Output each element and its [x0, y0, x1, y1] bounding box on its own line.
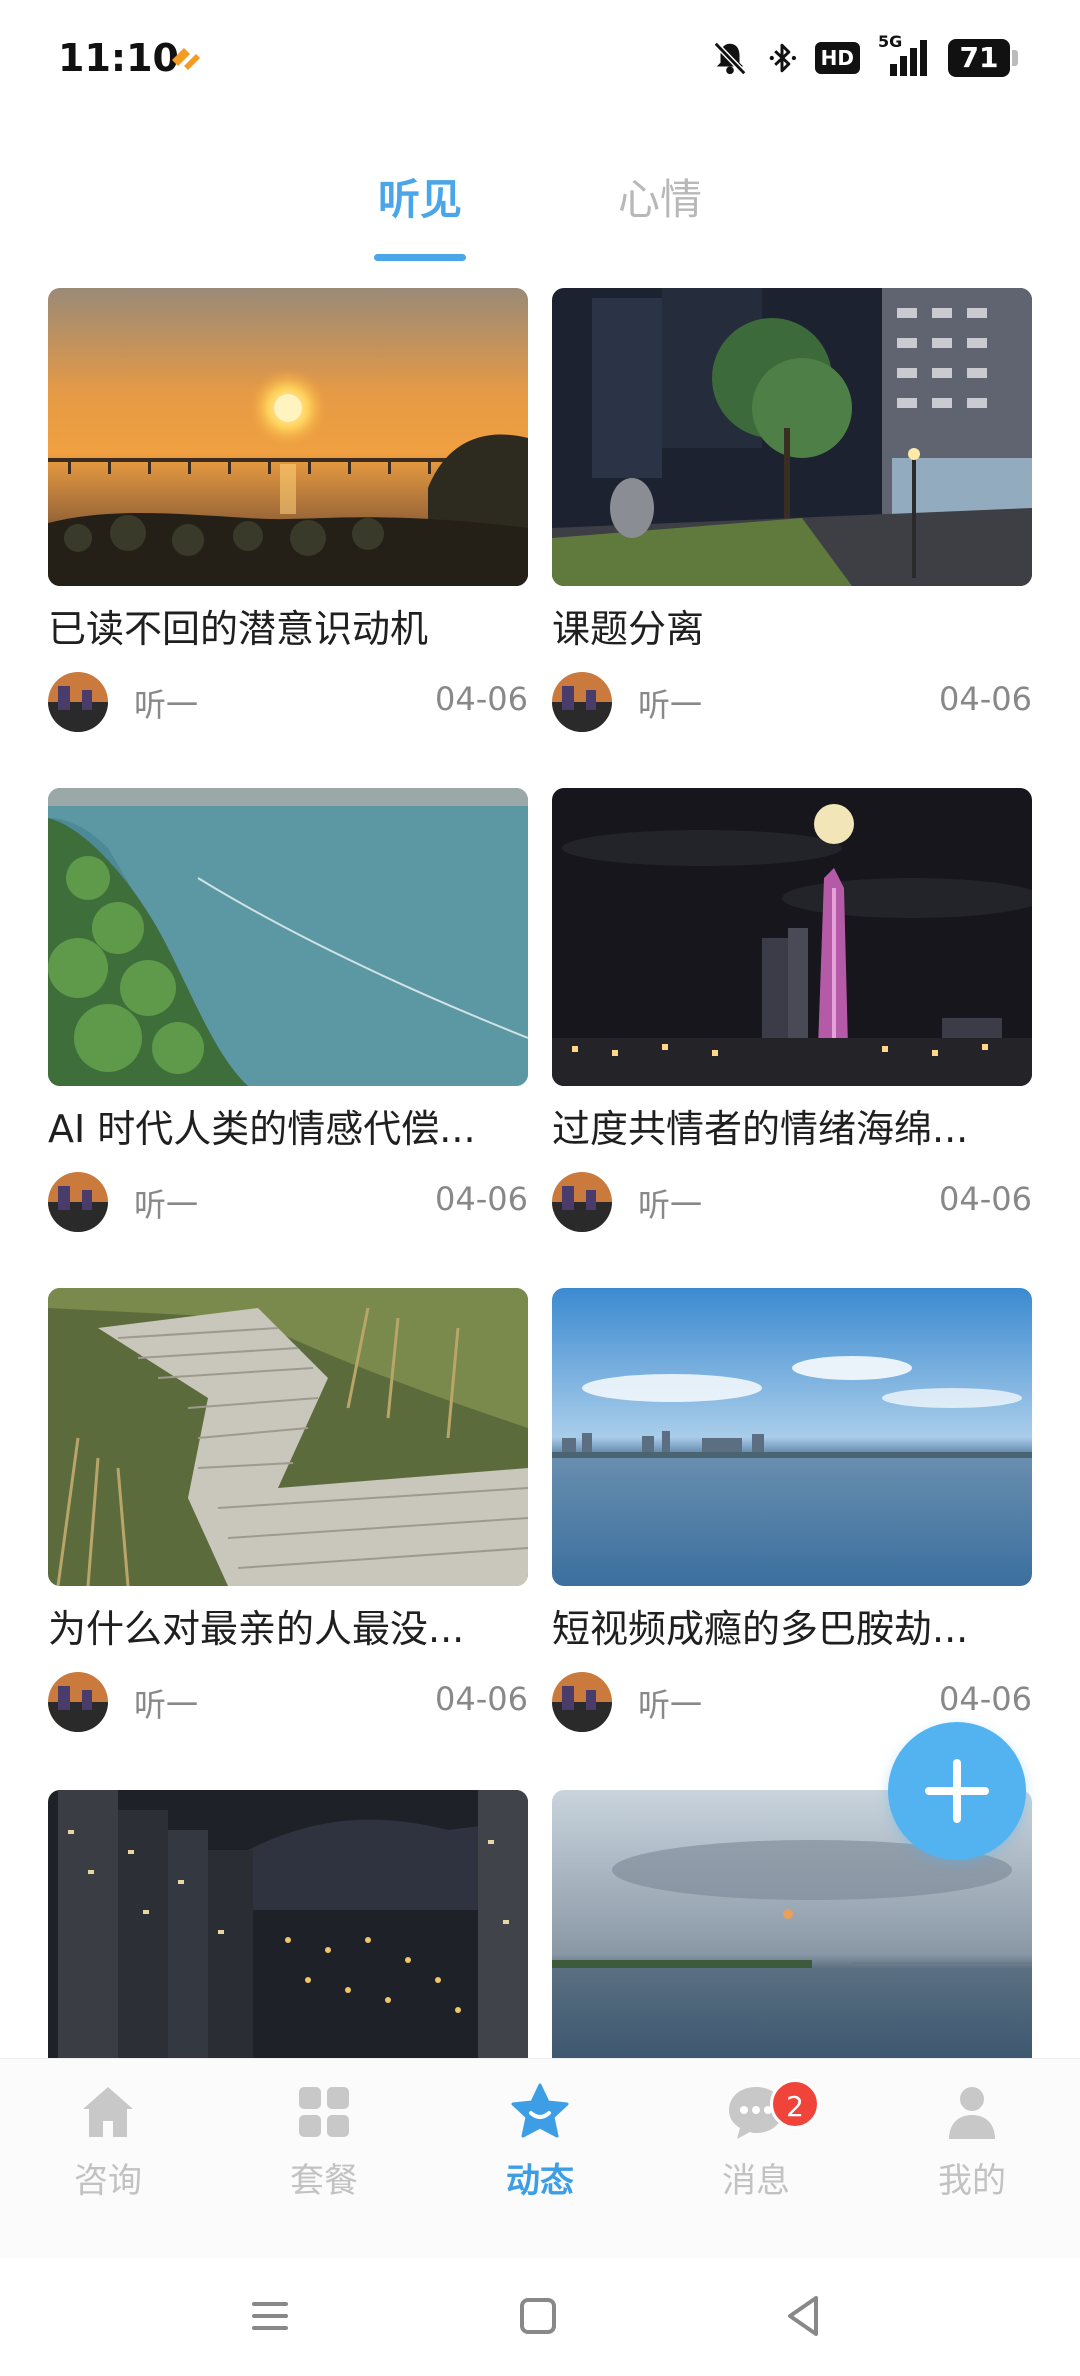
post-date: 04-06	[939, 1680, 1032, 1718]
battery-icon: 71	[948, 39, 1018, 77]
bottom-nav: 咨询 套餐 动态 2 消息 我的	[0, 2058, 1080, 2258]
avatar[interactable]	[48, 1172, 108, 1232]
post-date: 04-06	[435, 1680, 528, 1718]
hd-icon: HD	[814, 38, 860, 78]
network-type: 5G	[878, 32, 903, 51]
post-meta: 听一 04-06	[48, 1172, 528, 1232]
person-icon	[949, 2087, 995, 2139]
post-card[interactable]	[48, 1790, 528, 2058]
post-meta: 听一 04-06	[552, 1172, 1032, 1232]
nav-label: 套餐	[290, 2161, 358, 2201]
author-name: 听一	[134, 686, 199, 724]
post-card[interactable]: 课题分离 听一 04-06	[552, 288, 1032, 732]
author-name: 听一	[638, 1686, 703, 1724]
post-title[interactable]: AI 时代人类的情感代偿...	[48, 1104, 528, 1154]
post-card[interactable]: 短视频成瘾的多巴胺劫... 听一 04-06	[552, 1288, 1032, 1732]
post-title[interactable]: 课题分离	[552, 604, 1032, 654]
add-post-button[interactable]	[888, 1722, 1026, 1860]
home-icon	[83, 2087, 133, 2137]
tab-mood[interactable]: 心情	[618, 166, 702, 227]
grid-icon	[299, 2087, 349, 2137]
back-icon[interactable]	[774, 2286, 834, 2346]
nav-profile[interactable]: 我的	[892, 2081, 1052, 2202]
post-image[interactable]	[48, 288, 528, 586]
plus-icon	[925, 1759, 989, 1823]
nav-label: 我的	[938, 2161, 1006, 2201]
post-card[interactable]: AI 时代人类的情感代偿... 听一 04-06	[48, 788, 528, 1232]
status-icons: HD 5G 71	[711, 32, 1018, 80]
menu-icon[interactable]	[240, 2286, 300, 2346]
post-title[interactable]: 过度共情者的情绪海绵...	[552, 1104, 1032, 1154]
nav-label: 消息	[722, 2161, 790, 2201]
avatar[interactable]	[48, 672, 108, 732]
system-nav-bar	[0, 2258, 1080, 2376]
post-card[interactable]: 为什么对最亲的人最没... 听一 04-06	[48, 1288, 528, 1732]
avatar[interactable]	[552, 1672, 612, 1732]
post-date: 04-06	[939, 1180, 1032, 1218]
top-tabs: 听见 心情	[0, 160, 1080, 270]
post-image[interactable]	[552, 1288, 1032, 1586]
bluetooth-icon	[765, 38, 799, 78]
tab-indicator	[374, 254, 466, 261]
star-icon	[511, 2083, 569, 2138]
nav-package[interactable]: 套餐	[244, 2081, 404, 2202]
post-meta: 听一 04-06	[48, 1672, 528, 1732]
post-meta: 听一 04-06	[48, 672, 528, 732]
status-bar: 11:10 HD 5G 71	[0, 0, 1080, 118]
post-image[interactable]	[48, 1288, 528, 1586]
tab-listen[interactable]: 听见	[378, 166, 462, 227]
app-notification-icon	[166, 40, 206, 76]
post-title[interactable]: 短视频成瘾的多巴胺劫...	[552, 1604, 1032, 1654]
post-date: 04-06	[939, 680, 1032, 718]
post-image[interactable]	[48, 1790, 528, 2058]
post-card[interactable]: 已读不回的潜意识动机 听一 04-06	[48, 288, 528, 732]
post-date: 04-06	[435, 680, 528, 718]
post-meta: 听一 04-06	[552, 672, 1032, 732]
post-image[interactable]	[552, 788, 1032, 1086]
post-title[interactable]: 为什么对最亲的人最没...	[48, 1604, 528, 1654]
author-name: 听一	[638, 1186, 703, 1224]
unread-badge: 2	[770, 2079, 820, 2129]
home-button-icon[interactable]	[508, 2286, 568, 2346]
author-name: 听一	[134, 1686, 199, 1724]
nav-label: 咨询	[74, 2161, 142, 2201]
feed-grid[interactable]: 已读不回的潜意识动机 听一 04-06 课题分离 听一 04-06 AI 时代人…	[48, 288, 1032, 2058]
post-image[interactable]	[48, 788, 528, 1086]
nav-feed[interactable]: 动态	[460, 2081, 620, 2202]
author-name: 听一	[134, 1186, 199, 1224]
avatar[interactable]	[552, 1172, 612, 1232]
status-time: 11:10	[58, 36, 179, 80]
post-image[interactable]	[552, 288, 1032, 586]
nav-label: 动态	[506, 2161, 574, 2201]
signal-icon: 5G	[876, 32, 932, 78]
post-title[interactable]: 已读不回的潜意识动机	[48, 604, 528, 654]
mute-bell-icon	[711, 38, 749, 78]
nav-messages[interactable]: 2 消息	[676, 2079, 836, 2202]
post-date: 04-06	[435, 1180, 528, 1218]
avatar[interactable]	[48, 1672, 108, 1732]
avatar[interactable]	[552, 672, 612, 732]
author-name: 听一	[638, 686, 703, 724]
post-card[interactable]: 过度共情者的情绪海绵... 听一 04-06	[552, 788, 1032, 1232]
nav-consult[interactable]: 咨询	[28, 2081, 188, 2202]
